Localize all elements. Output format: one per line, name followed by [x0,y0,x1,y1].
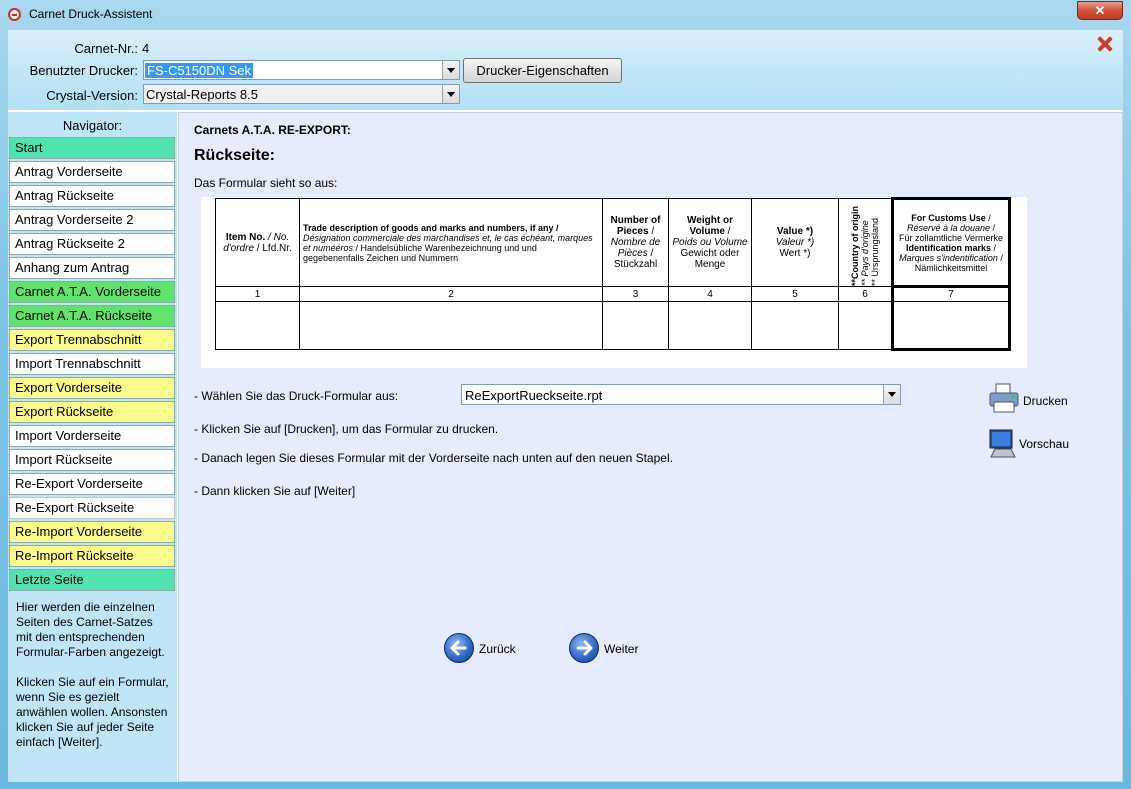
sidebar-item-6[interactable]: Carnet A.T.A. Vorderseite [9,281,175,303]
sidebar-item-15[interactable]: Re-Export Rückseite [9,497,175,519]
next-button[interactable]: Weiter [569,633,649,665]
sidebar-item-13[interactable]: Import Rückseite [9,449,175,471]
monitor-icon [989,429,1016,458]
form-col-2-header: Trade description of goods and marks and… [299,198,603,287]
section-heading: Carnets A.T.A. RE-EXPORT: [194,123,351,137]
chevron-down-icon[interactable] [442,61,459,79]
sidebar-item-1[interactable]: Antrag Vorderseite [9,161,175,183]
form-col-number: 5 [751,286,839,302]
sidebar-item-0[interactable]: Start [9,137,175,159]
printer-select-value: FS-C5150DN Sek [145,63,254,78]
sidebar-item-9[interactable]: Import Trennabschnitt [9,353,175,375]
page-title: Rückseite: [194,147,275,164]
navigator-help-text-1: Hier werden die einzelnen Seiten des Car… [16,600,165,659]
form-select[interactable]: ReExportRueckseite.rpt [461,384,901,405]
content-area: Carnets A.T.A. RE-EXPORT: Rückseite: Das… [178,112,1123,782]
form-col-number: 7 [891,285,1011,302]
choose-form-label: - Wählen Sie das Druck-Formular aus: [194,389,399,403]
content-panel: Carnets A.T.A. RE-EXPORT: Rückseite: Das… [178,112,1123,782]
form-empty-row [215,301,1011,351]
window-title: Carnet Druck-Assistent [29,7,153,21]
sidebar-item-16[interactable]: Re-Import Vorderseite [9,521,175,543]
printer-icon [989,383,1019,413]
preview-button[interactable]: Vorschau [987,427,1087,463]
form-preview-table: Item No. / No. d'ordre / Lfd.Nr. Trade d… [215,197,1011,351]
arrow-left-icon [444,633,474,663]
printer-select[interactable]: FS-C5150DN Sek [143,60,460,80]
carnet-label: Carnet-Nr.: [74,41,138,56]
instruction-print: - Klicken Sie auf [Drucken], um das Form… [194,422,499,436]
print-button[interactable]: Drucken [987,382,1087,418]
window-frame: Carnet Druck-Assistent ✕ Carnet-Nr.: 4 B… [0,0,1131,789]
chevron-down-icon[interactable] [442,85,459,103]
form-col-3-header: Number of Pieces / Nombre de Pièces / Stüc… [602,198,669,287]
crystal-select-value: Crystal-Reports 8.5 [146,87,258,102]
form-col-number: 2 [299,286,603,302]
form-preview: Item No. / No. d'ordre / Lfd.Nr. Trade d… [201,197,1027,368]
app-icon [8,8,21,21]
back-button[interactable]: Zurück [444,633,524,665]
title-bar: Carnet Druck-Assistent ✕ [0,0,1131,30]
form-col-5-header: Value *) Valeur *) Wert *) [751,198,839,287]
sidebar-item-14[interactable]: Re-Export Vorderseite [9,473,175,495]
sidebar-item-3[interactable]: Antrag Vorderseite 2 [9,209,175,231]
preview-label: Vorschau [1019,437,1070,451]
navigator-panel: Navigator: Start Antrag Vorderseite Antrag… [8,112,177,782]
crystal-version-select[interactable]: Crystal-Reports 8.5 [143,84,460,104]
instruction-stack: - Danach legen Sie dieses Formular mit d… [194,451,673,465]
form-col-number: 6 [838,286,893,302]
form-col-7-header: For Customs Use / Réservé à la douane / Fü… [891,197,1011,288]
sidebar-item-2[interactable]: Antrag Rückseite [9,185,175,207]
carnet-value: 4 [142,41,150,56]
sidebar-item-7[interactable]: Carnet A.T.A. Rückseite [9,305,175,327]
navigator-title: Navigator: [62,118,123,133]
formular-intro: Das Formular sieht so aus: [194,176,338,190]
form-number-row: 1234567 [215,285,1011,302]
arrow-right-icon [569,633,599,663]
print-label: Drucken [1023,394,1068,408]
sidebar-item-8[interactable]: Export Trennabschnitt [9,329,175,351]
instruction-next: - Dann klicken Sie auf [Weiter] [194,484,356,498]
sidebar-item-4[interactable]: Antrag Rückseite 2 [9,233,175,255]
form-col-4-header: Weight or Volume / Poids ou Volume Gewicht… [668,198,752,287]
next-label: Weiter [604,642,639,656]
sidebar-item-17[interactable]: Re-Import Rückseite [9,545,175,567]
sidebar-item-11[interactable]: Export Rückseite [9,401,175,423]
form-col-1-header: Item No. / No. d'ordre / Lfd.Nr. [215,198,300,287]
crystal-label: Crystal-Version: [46,88,138,103]
form-col-number: 3 [602,286,669,302]
sidebar-item-5[interactable]: Anhang zum Antrag [9,257,175,279]
sidebar-item-10[interactable]: Export Vorderseite [9,377,175,399]
back-label: Zurück [479,642,516,656]
form-col-number: 1 [215,286,300,302]
navigator-help: Hier werden die einzelnen Seiten des Car… [16,600,171,750]
form-col-6-header: **Country of origin ** Pays d'origine ** U… [838,198,893,287]
form-select-value: ReExportRueckseite.rpt [465,388,603,403]
window-close-button[interactable]: ✕ [1077,1,1123,20]
chevron-down-icon[interactable] [883,385,900,404]
printer-properties-button[interactable]: Drucker-Eigenschaften [463,58,622,83]
header-panel: Carnet-Nr.: 4 Benutzter Drucker: FS-C515… [8,30,1123,110]
sidebar-item-18[interactable]: Letzte Seite [9,569,175,591]
form-col-number: 4 [668,286,752,302]
close-icon[interactable] [1097,36,1113,52]
client-area: Carnet-Nr.: 4 Benutzter Drucker: FS-C515… [8,30,1123,782]
navigator-help-text-2: Klicken Sie auf ein Formular, wenn Sie e… [16,675,169,749]
sidebar-item-12[interactable]: Import Vorderseite [9,425,175,447]
printer-label: Benutzter Drucker: [29,63,138,78]
